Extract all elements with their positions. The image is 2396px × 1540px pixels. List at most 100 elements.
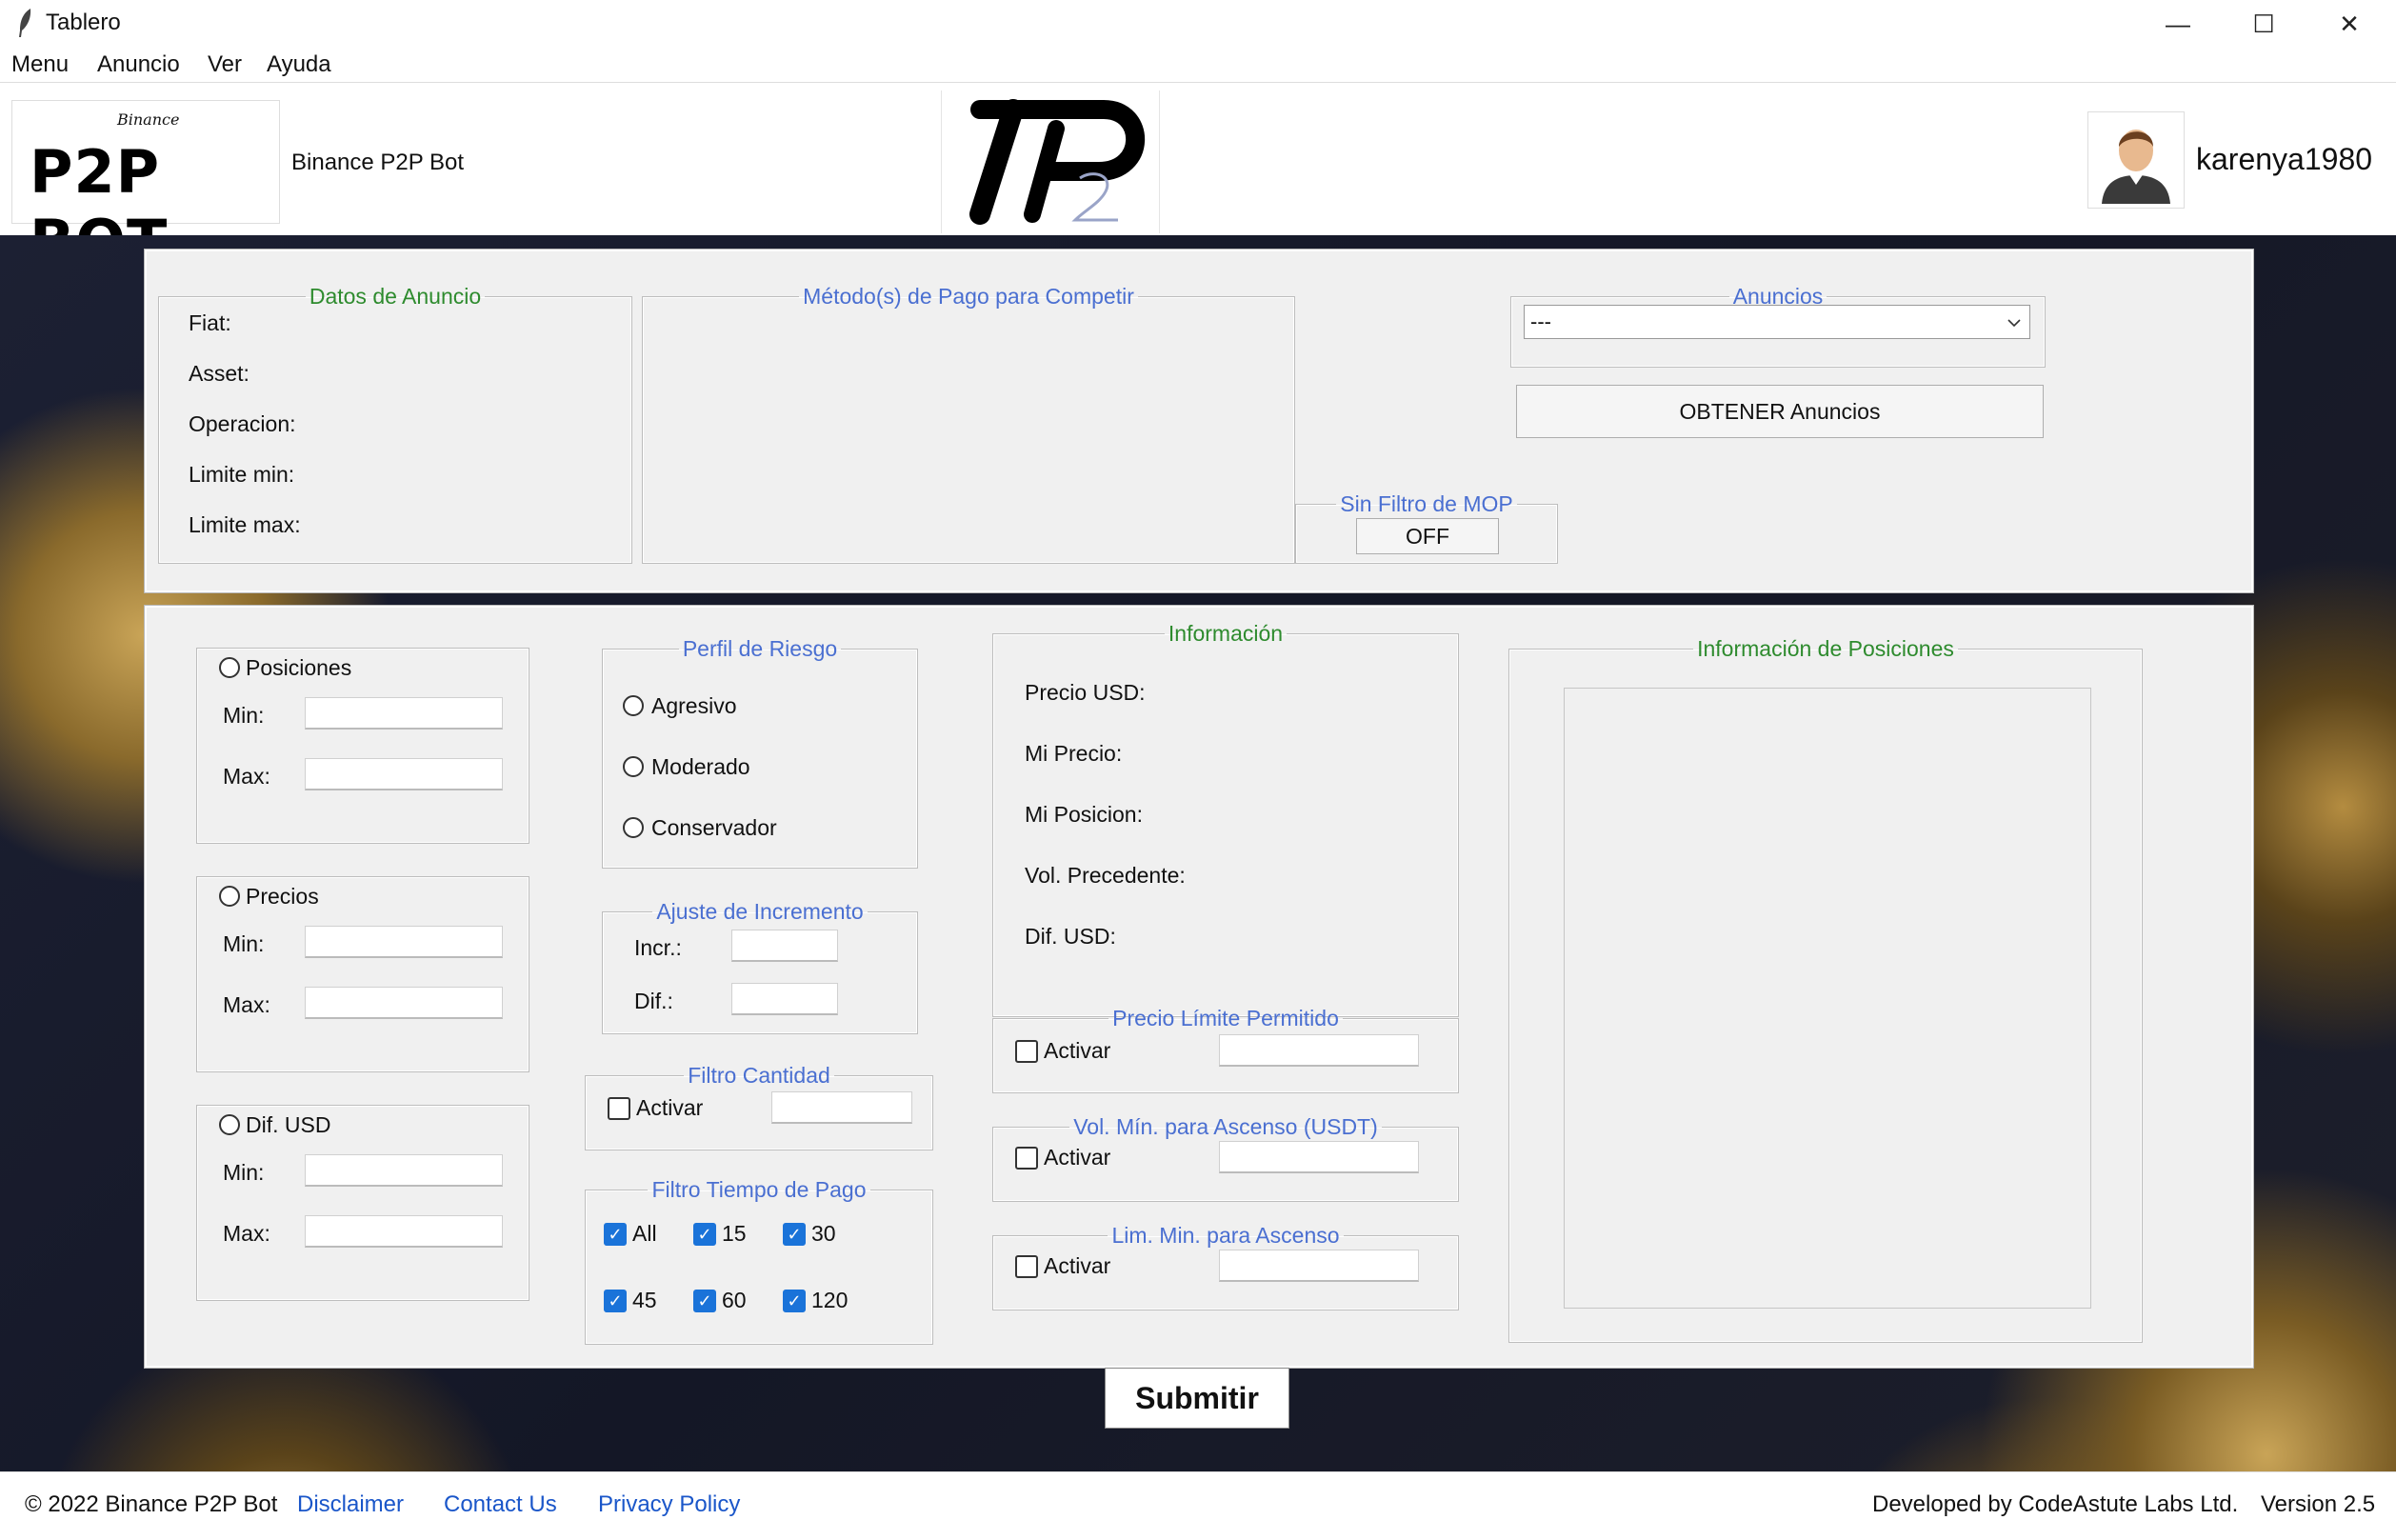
privacy-policy-link[interactable]: Privacy Policy bbox=[598, 1491, 740, 1518]
precios-min-label: Min: bbox=[223, 931, 265, 956]
precio-limite-activar-label: Activar bbox=[1044, 1038, 1111, 1063]
tiempo-30-checkbox[interactable]: ✓ bbox=[783, 1223, 806, 1246]
anuncios-selected-value: --- bbox=[1530, 310, 1551, 333]
submit-button[interactable]: Submitir bbox=[1105, 1368, 1289, 1429]
anuncios-select[interactable]: --- bbox=[1524, 305, 2030, 339]
agresivo-radio[interactable] bbox=[623, 695, 644, 716]
filtro-cantidad-legend: Filtro Cantidad bbox=[688, 1063, 830, 1088]
filtro-tiempo-legend: Filtro Tiempo de Pago bbox=[651, 1177, 867, 1202]
filtro-cantidad-activar-label: Activar bbox=[636, 1095, 704, 1120]
sin-filtro-mop-toggle[interactable]: OFF bbox=[1356, 518, 1499, 554]
sin-filtro-mop-legend: Sin Filtro de MOP bbox=[1340, 491, 1513, 516]
perfil-riesgo-legend: Perfil de Riesgo bbox=[682, 636, 838, 661]
title-bar: Tablero — ☐ ✕ bbox=[0, 0, 2396, 48]
developed-by-text: Developed by CodeAstute Labs Ltd. bbox=[1872, 1491, 2239, 1517]
tiempo-120-label: 120 bbox=[811, 1288, 849, 1312]
agresivo-label: Agresivo bbox=[651, 693, 737, 718]
moderado-label: Moderado bbox=[651, 754, 750, 779]
tiempo-all-checkbox[interactable]: ✓ bbox=[604, 1223, 627, 1246]
ad-panel: Datos de Anuncio Fiat: Asset: Operacion:… bbox=[145, 250, 2253, 592]
header: Binance P2P BOT Binance P2P Bot karenya1… bbox=[0, 82, 2396, 276]
incr-input[interactable] bbox=[731, 930, 838, 962]
menu-ayuda[interactable]: Ayuda bbox=[267, 48, 331, 82]
ajuste-incremento-legend: Ajuste de Incremento bbox=[656, 899, 864, 924]
tiempo-60-checkbox[interactable]: ✓ bbox=[693, 1290, 716, 1312]
precios-label: Precios bbox=[246, 884, 319, 909]
feather-icon bbox=[19, 9, 31, 37]
dif-label: Dif.: bbox=[634, 989, 673, 1013]
precios-max-input[interactable] bbox=[305, 987, 503, 1019]
posiciones-min-input[interactable] bbox=[305, 697, 503, 730]
moderado-radio[interactable] bbox=[623, 756, 644, 777]
precio-limite-legend: Precio Límite Permitido bbox=[1112, 1006, 1339, 1030]
app-logo: Binance P2P BOT bbox=[11, 100, 280, 276]
vol-min-ascenso-activar-label: Activar bbox=[1044, 1145, 1111, 1170]
lim-min-ascenso-checkbox[interactable] bbox=[1015, 1255, 1038, 1278]
precio-usd-label: Precio USD: bbox=[1025, 680, 1146, 705]
window-title: Tablero bbox=[46, 10, 121, 35]
tiempo-15-checkbox[interactable]: ✓ bbox=[693, 1223, 716, 1246]
dif-usd-min-label: Min: bbox=[223, 1160, 265, 1185]
dif-usd-radio[interactable] bbox=[219, 1114, 240, 1135]
vol-min-ascenso-checkbox[interactable] bbox=[1015, 1147, 1038, 1170]
posiciones-radio[interactable] bbox=[219, 657, 240, 678]
menu-ver[interactable]: Ver bbox=[208, 48, 242, 82]
dif-usd-label: Dif. USD bbox=[246, 1112, 331, 1137]
tiempo-45-checkbox[interactable]: ✓ bbox=[604, 1290, 627, 1312]
dif-usd-min-input[interactable] bbox=[305, 1154, 503, 1187]
info-posiciones-list[interactable] bbox=[1564, 688, 2091, 1309]
dif-usd-info-label: Dif. USD: bbox=[1025, 924, 1116, 949]
close-button[interactable]: ✕ bbox=[2306, 0, 2392, 48]
tiempo-60-label: 60 bbox=[722, 1288, 747, 1312]
user-avatar-icon bbox=[2102, 130, 2170, 204]
mi-precio-label: Mi Precio: bbox=[1025, 741, 1123, 766]
dif-usd-max-label: Max: bbox=[223, 1221, 270, 1246]
filtro-cantidad-checkbox[interactable] bbox=[608, 1097, 630, 1120]
informacion-legend: Información bbox=[1168, 621, 1284, 646]
dif-usd-max-input[interactable] bbox=[305, 1215, 503, 1248]
precios-min-input[interactable] bbox=[305, 926, 503, 958]
settings-panel: Posiciones Min: Max: Precios Min: Max: D… bbox=[145, 606, 2253, 1368]
limite-max-label: Limite max: bbox=[189, 512, 301, 537]
posiciones-min-label: Min: bbox=[223, 703, 265, 728]
precios-max-label: Max: bbox=[223, 992, 270, 1017]
precio-limite-checkbox[interactable] bbox=[1015, 1040, 1038, 1063]
footer: © 2022 Binance P2P Bot Disclaimer Contac… bbox=[0, 1471, 2396, 1540]
obtener-anuncios-button[interactable]: OBTENER Anuncios bbox=[1516, 385, 2044, 438]
vol-precedente-label: Vol. Precedente: bbox=[1025, 863, 1186, 888]
menu-anuncio[interactable]: Anuncio bbox=[97, 48, 180, 82]
conservador-radio[interactable] bbox=[623, 817, 644, 838]
copyright-text: © 2022 Binance P2P Bot bbox=[25, 1491, 278, 1517]
precio-limite-input[interactable] bbox=[1219, 1034, 1419, 1067]
tiempo-all-label: All bbox=[632, 1221, 657, 1246]
info-posiciones-legend: Información de Posiciones bbox=[1697, 636, 1954, 661]
lim-min-ascenso-input[interactable] bbox=[1219, 1250, 1419, 1282]
menu-menu[interactable]: Menu bbox=[11, 48, 69, 82]
menu-bar: Menu Anuncio Ver Ayuda bbox=[0, 48, 2396, 82]
contact-us-link[interactable]: Contact Us bbox=[444, 1491, 557, 1518]
precios-radio[interactable] bbox=[219, 886, 240, 907]
tiempo-120-checkbox[interactable]: ✓ bbox=[783, 1290, 806, 1312]
filtro-cantidad-input[interactable] bbox=[771, 1091, 912, 1124]
vol-min-ascenso-input[interactable] bbox=[1219, 1141, 1419, 1173]
posiciones-max-label: Max: bbox=[223, 764, 270, 789]
lim-min-ascenso-legend: Lim. Min. para Ascenso bbox=[1111, 1223, 1340, 1248]
tiempo-45-label: 45 bbox=[632, 1288, 657, 1312]
fiat-label: Fiat: bbox=[189, 310, 231, 335]
minimize-button[interactable]: — bbox=[2135, 0, 2221, 48]
posiciones-label: Posiciones bbox=[246, 655, 352, 680]
posiciones-max-input[interactable] bbox=[305, 758, 503, 790]
asset-label: Asset: bbox=[189, 361, 250, 386]
disclaimer-link[interactable]: Disclaimer bbox=[297, 1491, 404, 1518]
avatar[interactable] bbox=[2087, 111, 2185, 209]
limite-min-label: Limite min: bbox=[189, 462, 295, 487]
incr-label: Incr.: bbox=[634, 935, 682, 960]
chevron-down-icon bbox=[2007, 319, 2021, 328]
mi-posicion-label: Mi Posicion: bbox=[1025, 802, 1143, 827]
filtro-tiempo-group: Filtro Tiempo de Pago bbox=[585, 1177, 933, 1345]
maximize-button[interactable]: ☐ bbox=[2221, 0, 2306, 48]
datos-anuncio-legend: Datos de Anuncio bbox=[309, 284, 482, 309]
dif-input[interactable] bbox=[731, 983, 838, 1015]
lim-min-ascenso-activar-label: Activar bbox=[1044, 1253, 1111, 1278]
version-text: Version 2.5 bbox=[2261, 1491, 2376, 1517]
